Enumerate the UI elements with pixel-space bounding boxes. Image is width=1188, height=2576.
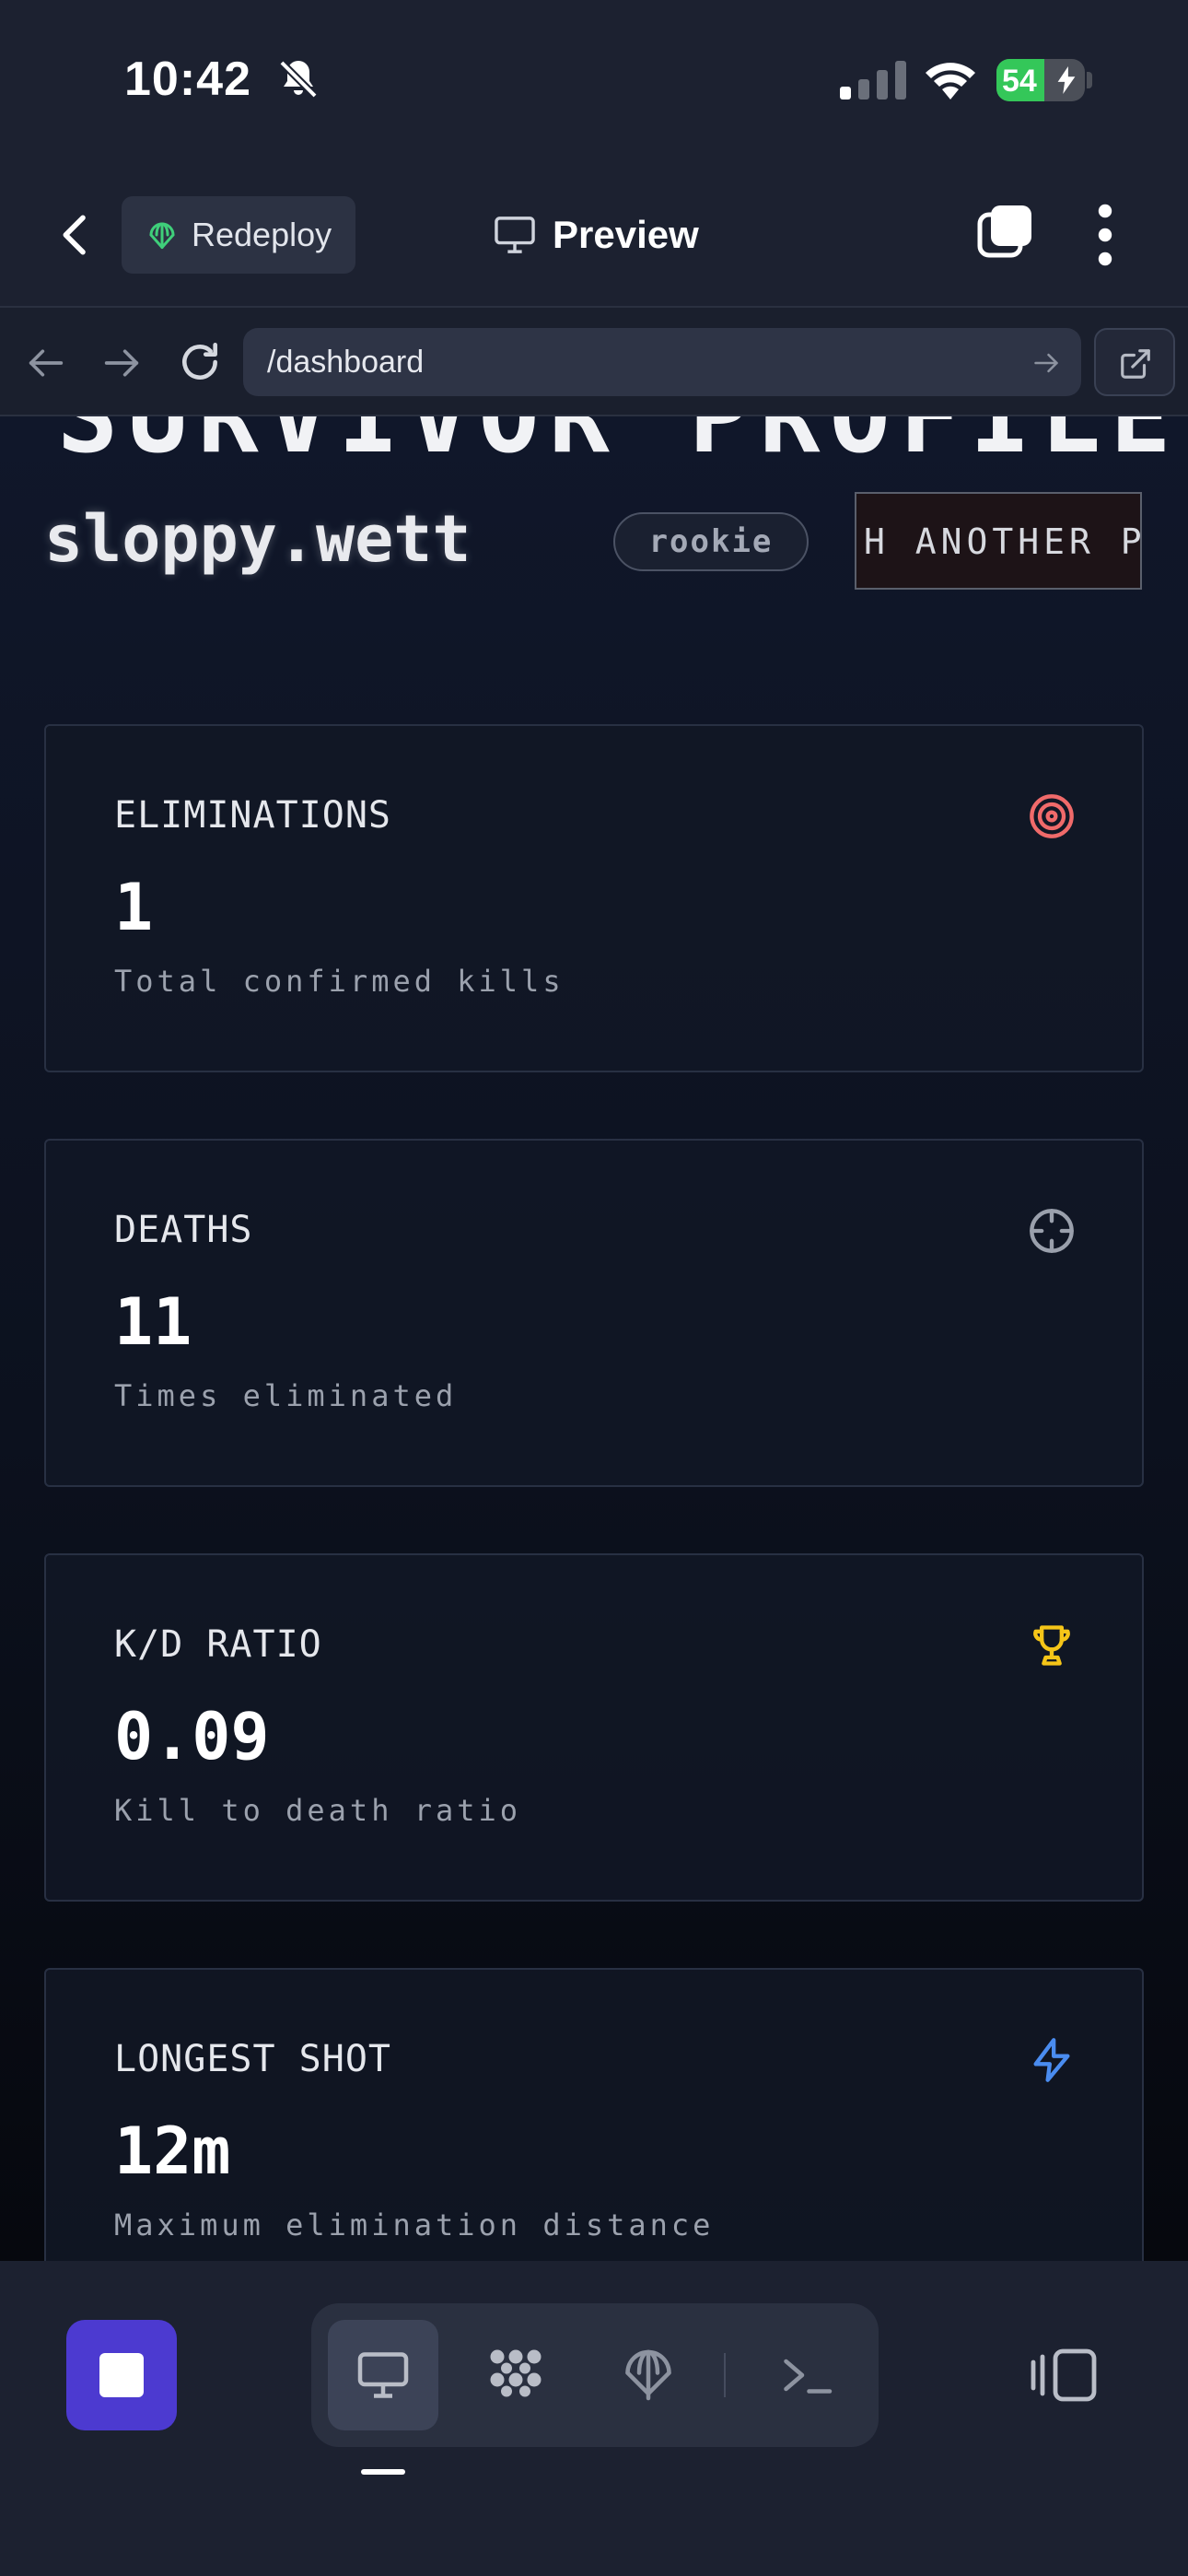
stat-label: K/D RATIO bbox=[114, 1623, 322, 1666]
tab-deploy[interactable] bbox=[593, 2320, 704, 2430]
globe-icon bbox=[149, 222, 175, 249]
stop-button[interactable] bbox=[66, 2320, 177, 2430]
terminal-icon bbox=[784, 2359, 833, 2394]
external-link-icon bbox=[1121, 349, 1150, 379]
stat-value: 0.09 bbox=[114, 1699, 270, 1774]
segment-divider bbox=[724, 2353, 726, 2397]
arrow-right-icon[interactable] bbox=[101, 345, 142, 381]
stat-card-deaths: DEATHS 11 Times eliminated bbox=[44, 1139, 1144, 1487]
tabs-icon[interactable] bbox=[976, 202, 1035, 261]
bolt-icon bbox=[1057, 66, 1076, 94]
stat-label: DEATHS bbox=[114, 1209, 253, 1251]
monitor-icon bbox=[495, 217, 535, 253]
tab-preview[interactable] bbox=[328, 2320, 438, 2430]
battery-cap bbox=[1087, 72, 1092, 88]
panel-toggle-icon[interactable] bbox=[1030, 2346, 1098, 2405]
stat-value: 1 bbox=[114, 870, 154, 945]
monitor-icon bbox=[357, 2352, 409, 2398]
preview-title: Preview bbox=[494, 205, 699, 264]
marquee-banner: H ANOTHER PI bbox=[855, 492, 1142, 590]
marquee-text: H ANOTHER PI bbox=[864, 521, 1142, 562]
stat-value: 11 bbox=[114, 1284, 192, 1360]
browser-bar: /dashboard bbox=[0, 306, 1188, 416]
bottom-toolbar bbox=[0, 2261, 1188, 2576]
signal-icon bbox=[840, 61, 906, 100]
stat-value: 12m bbox=[114, 2113, 231, 2189]
tab-terminal[interactable] bbox=[751, 2320, 862, 2430]
back-chevron-icon[interactable] bbox=[51, 207, 102, 263]
trophy-icon bbox=[1033, 1625, 1070, 1666]
crosshair-icon bbox=[1030, 1209, 1074, 1253]
wifi-icon bbox=[926, 63, 975, 100]
more-vertical-icon[interactable] bbox=[1087, 202, 1124, 268]
page-title: Preview bbox=[553, 213, 699, 256]
stat-description: Times eliminated bbox=[114, 1378, 458, 1413]
username: sloppy.wett bbox=[44, 501, 472, 577]
arrow-left-icon[interactable] bbox=[26, 345, 66, 381]
stat-card-longest-shot: LONGEST SHOT 12m Maximum elimination dis… bbox=[44, 1968, 1144, 2261]
stat-card-kd-ratio: K/D RATIO 0.09 Kill to death ratio bbox=[44, 1553, 1144, 1902]
battery-charging-icon: 54 bbox=[996, 59, 1085, 101]
rank-badge: rookie bbox=[613, 512, 809, 571]
lightning-icon bbox=[1033, 2038, 1070, 2082]
stop-icon bbox=[99, 2353, 144, 2397]
bell-muted-icon bbox=[279, 60, 318, 99]
app-bar: Redeploy Preview bbox=[0, 161, 1188, 306]
redeploy-button[interactable]: Redeploy bbox=[122, 196, 355, 274]
arrow-right-icon[interactable] bbox=[1031, 350, 1061, 376]
target-icon bbox=[1030, 794, 1074, 838]
url-text: /dashboard bbox=[267, 344, 425, 380]
profile-heading: SURVIVOR PROFILE bbox=[57, 416, 1181, 475]
active-tab-indicator bbox=[361, 2469, 405, 2475]
stat-card-eliminations: ELIMINATIONS 1 Total confirmed kills bbox=[44, 724, 1144, 1072]
status-time: 10:42 bbox=[124, 53, 251, 106]
view-switcher bbox=[311, 2303, 879, 2447]
stat-description: Kill to death ratio bbox=[114, 1793, 522, 1828]
open-external-button[interactable] bbox=[1094, 328, 1175, 396]
reload-icon[interactable] bbox=[177, 339, 223, 385]
globe-icon bbox=[625, 2349, 671, 2401]
redeploy-label: Redeploy bbox=[192, 216, 332, 253]
tab-components[interactable] bbox=[460, 2320, 571, 2430]
stat-label: ELIMINATIONS bbox=[114, 794, 391, 837]
battery-percent: 54 bbox=[1002, 64, 1037, 99]
grid-dots-icon bbox=[490, 2349, 542, 2397]
stat-description: Maximum elimination distance bbox=[114, 2207, 715, 2242]
stat-label: LONGEST SHOT bbox=[114, 2038, 391, 2080]
stat-description: Total confirmed kills bbox=[114, 964, 565, 999]
web-content[interactable]: SURVIVOR PROFILE sloppy.wett rookie H AN… bbox=[0, 416, 1188, 2261]
status-bar: 10:42 54 bbox=[0, 0, 1188, 161]
url-field[interactable]: /dashboard bbox=[243, 328, 1081, 396]
